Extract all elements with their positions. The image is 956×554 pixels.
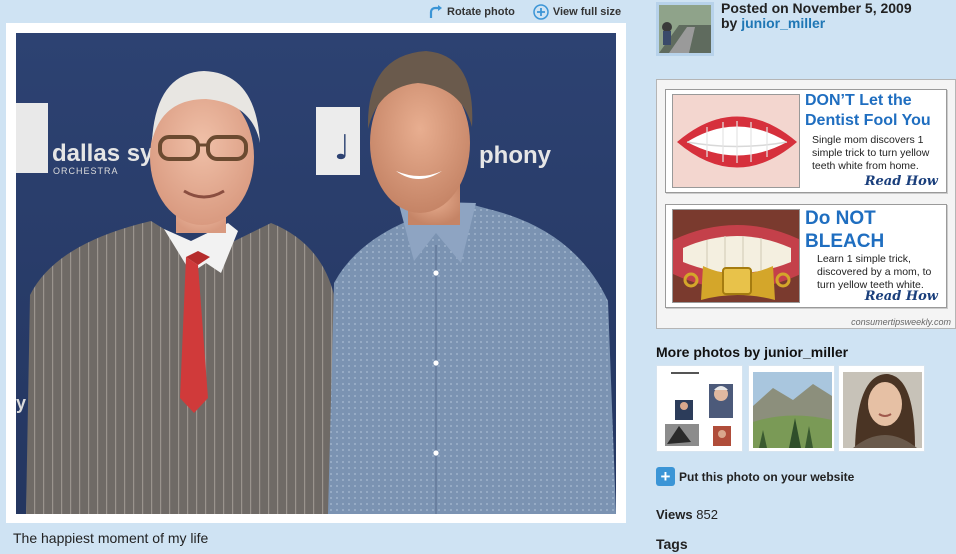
more-photo-thumb[interactable] — [838, 365, 925, 452]
thumb-image-collage — [657, 366, 742, 451]
ad-headline-line-2: BLEACH — [805, 231, 885, 252]
rotate-photo-button[interactable]: Rotate photo — [428, 4, 515, 20]
backdrop-logo-text-right: phony — [479, 142, 552, 169]
tags-heading: Tags — [656, 536, 688, 552]
ad-read-how-link[interactable]: Read How — [865, 289, 938, 304]
backdrop-logo-subtext: ORCHESTRA — [53, 166, 119, 176]
ad-headline-line-1: Do NOT — [805, 208, 876, 229]
embed-photo-label: Put this photo on your website — [679, 469, 855, 484]
ad-bleach[interactable]: Do NOT BLEACH Learn 1 simple trick, disc… — [665, 204, 947, 308]
views-value: 852 — [696, 507, 718, 522]
main-photo[interactable]: dallas sym ORCHESTRA ♩ phony y — [16, 33, 616, 514]
photo-image: dallas sym ORCHESTRA ♩ phony y — [16, 33, 616, 514]
photo-toolbar: Rotate photo View full size — [428, 3, 621, 21]
views-label: Views — [656, 507, 693, 522]
more-photos-title: More photos by junior_miller — [656, 344, 849, 360]
ad-source-link[interactable]: consumertipsweekly.com — [851, 317, 951, 327]
poster-username-link[interactable]: junior_miller — [741, 15, 825, 31]
posted-date: Posted on November 5, 2009 — [721, 0, 912, 16]
thumb-image-portrait — [839, 366, 924, 451]
ad-image-teeth — [672, 94, 800, 188]
ad-read-how-link[interactable]: Read How — [865, 174, 938, 189]
ad-body-text: Single mom discovers 1 simple trick to t… — [812, 134, 930, 172]
ad-box: DON’T Let the Dentist Fool You Single mo… — [656, 79, 956, 329]
plus-circle-icon — [533, 4, 549, 20]
more-photo-thumb[interactable] — [656, 365, 743, 452]
photo-frame: dallas sym ORCHESTRA ♩ phony y — [6, 23, 626, 523]
backdrop-partial-letter: y — [16, 393, 26, 413]
embed-photo-button[interactable]: + Put this photo on your website — [656, 467, 854, 486]
ad-dentist[interactable]: DON’T Let the Dentist Fool You Single mo… — [665, 89, 947, 193]
ad-headline: Do NOT BLEACH — [805, 207, 884, 253]
svg-text:♩: ♩ — [334, 128, 350, 168]
more-photo-thumb[interactable] — [748, 365, 835, 452]
avatar-image — [659, 5, 711, 53]
post-info: Posted on November 5, 2009 by junior_mil… — [721, 1, 912, 31]
rotate-photo-label: Rotate photo — [447, 6, 515, 18]
view-full-size-label: View full size — [552, 6, 622, 18]
ad-headline: DON’T Let the Dentist Fool You — [805, 91, 931, 131]
rotate-icon — [429, 4, 442, 18]
ad-headline-line-1: DON’T Let the — [805, 92, 912, 109]
thumb-image-landscape — [749, 366, 834, 451]
views-count: Views 852 — [656, 507, 718, 522]
poster-avatar[interactable] — [656, 2, 714, 56]
photo-caption: The happiest moment of my life — [13, 530, 209, 546]
ad-headline-line-2: Dentist Fool You — [805, 112, 931, 129]
by-label: by — [721, 15, 738, 31]
plus-icon: + — [656, 467, 675, 486]
view-full-size-button[interactable]: View full size — [533, 4, 621, 20]
ad-body-text: Learn 1 simple trick, discovered by a mo… — [817, 253, 932, 291]
ad-image-grill — [672, 209, 800, 303]
